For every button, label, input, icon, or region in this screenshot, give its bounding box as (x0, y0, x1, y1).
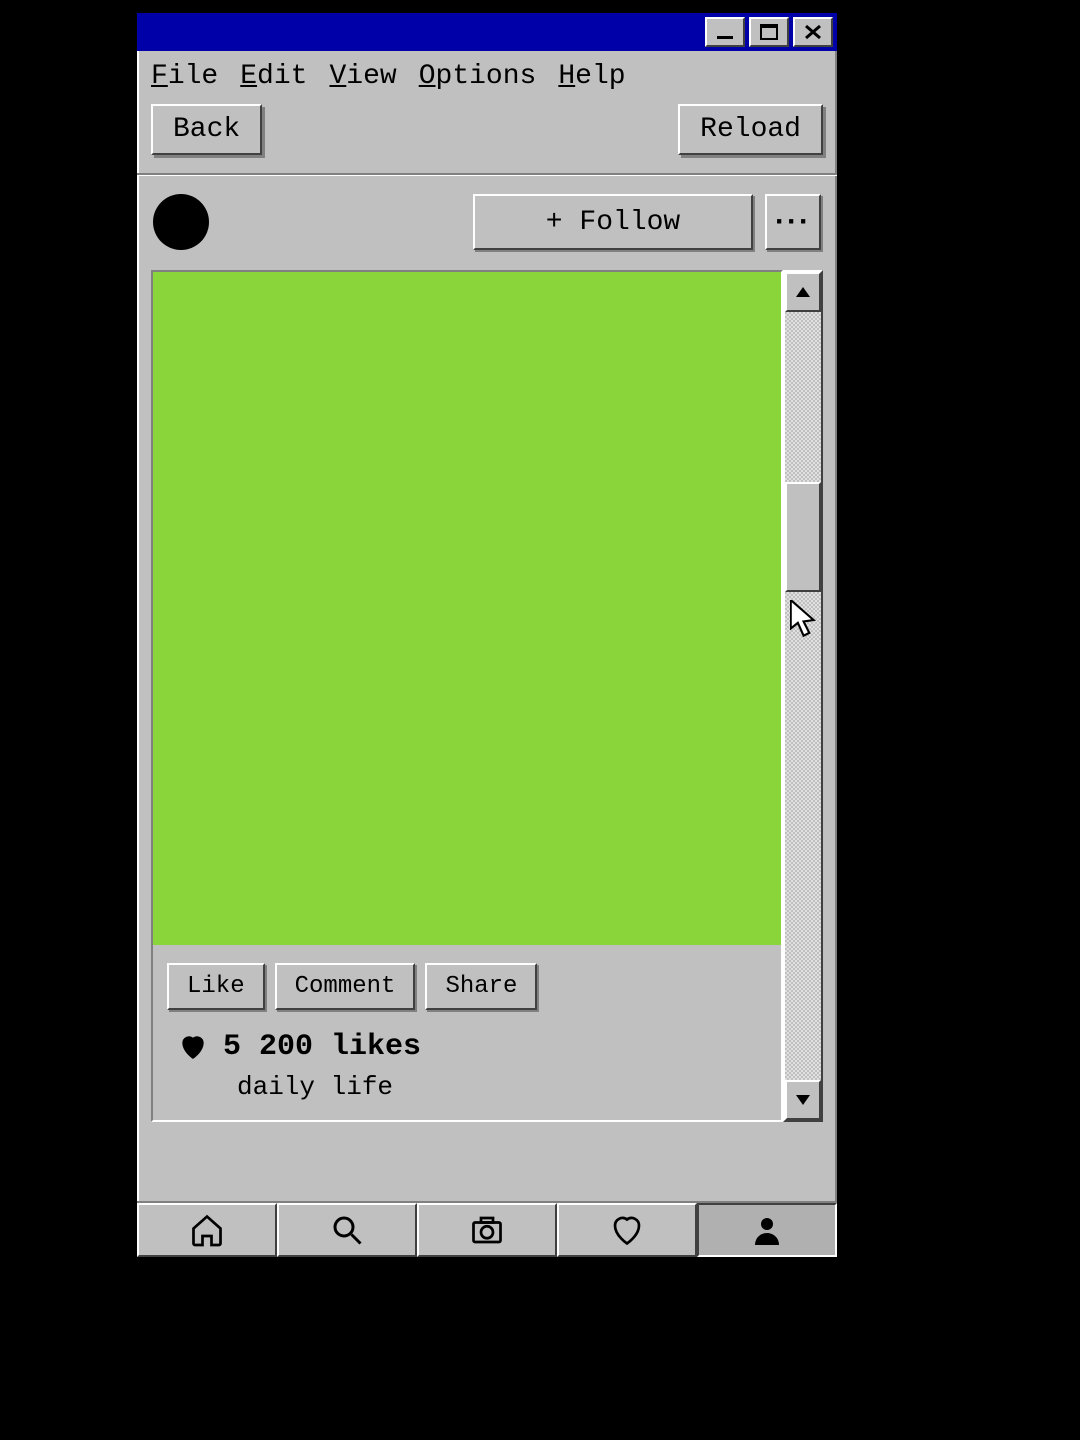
bottom-nav (137, 1201, 837, 1257)
chevron-up-icon (796, 287, 810, 297)
toolbar: Back Reload (137, 102, 837, 173)
nav-camera[interactable] (417, 1203, 557, 1257)
heart-icon (177, 1031, 209, 1063)
home-icon (189, 1212, 225, 1248)
back-button[interactable]: Back (151, 104, 262, 155)
divider (137, 173, 837, 176)
camera-icon (469, 1212, 505, 1248)
avatar[interactable] (153, 194, 209, 250)
scroll-up-button[interactable] (785, 272, 821, 312)
profile-icon (749, 1212, 785, 1248)
menu-options-label: ptions (436, 61, 537, 92)
post-caption: daily life (177, 1072, 767, 1102)
menu-edit-label: dit (257, 61, 307, 92)
post-actions: Like Comment Share (153, 945, 781, 1018)
scroll-down-button[interactable] (785, 1080, 821, 1120)
reload-button[interactable]: Reload (678, 104, 823, 155)
nav-search[interactable] (277, 1203, 417, 1257)
menu-view[interactable]: View (329, 61, 396, 92)
post-meta: 5 200 likes daily life (153, 1018, 781, 1120)
search-icon (329, 1212, 365, 1248)
scrollbar-thumb[interactable] (785, 482, 821, 592)
nav-activity[interactable] (557, 1203, 697, 1257)
menu-file-label: ile (168, 61, 218, 92)
close-button[interactable] (793, 17, 833, 47)
comment-button[interactable]: Comment (275, 963, 416, 1010)
scrollbar-track[interactable] (785, 312, 821, 1080)
feed-area: Like Comment Share 5 200 likes daily lif… (151, 270, 823, 1122)
titlebar (137, 13, 837, 51)
maximize-button[interactable] (749, 17, 789, 47)
likes-row: 5 200 likes (177, 1030, 767, 1064)
scrollbar[interactable] (783, 270, 823, 1122)
nav-profile[interactable] (697, 1203, 837, 1257)
minimize-button[interactable] (705, 17, 745, 47)
share-button[interactable]: Share (425, 963, 537, 1010)
menu-options[interactable]: Options (419, 61, 537, 92)
profile-header: + Follow ··· (137, 194, 837, 270)
more-options-button[interactable]: ··· (765, 194, 821, 250)
chevron-down-icon (796, 1095, 810, 1105)
menu-edit[interactable]: Edit (240, 61, 307, 92)
menu-view-label: iew (346, 61, 396, 92)
heart-outline-icon (609, 1212, 645, 1248)
app-window: File Edit View Options Help Back Reload … (134, 10, 840, 1260)
menu-help[interactable]: Help (558, 61, 625, 92)
nav-home[interactable] (137, 1203, 277, 1257)
follow-button[interactable]: + Follow (473, 194, 753, 250)
ellipsis-icon: ··· (775, 205, 811, 239)
menu-help-label: elp (575, 61, 625, 92)
like-button[interactable]: Like (167, 963, 265, 1010)
menubar: File Edit View Options Help (137, 51, 837, 102)
likes-count: 5 200 likes (223, 1030, 421, 1064)
feed-panel: Like Comment Share 5 200 likes daily lif… (151, 270, 783, 1122)
menu-file[interactable]: File (151, 61, 218, 92)
post-image[interactable] (153, 272, 781, 945)
